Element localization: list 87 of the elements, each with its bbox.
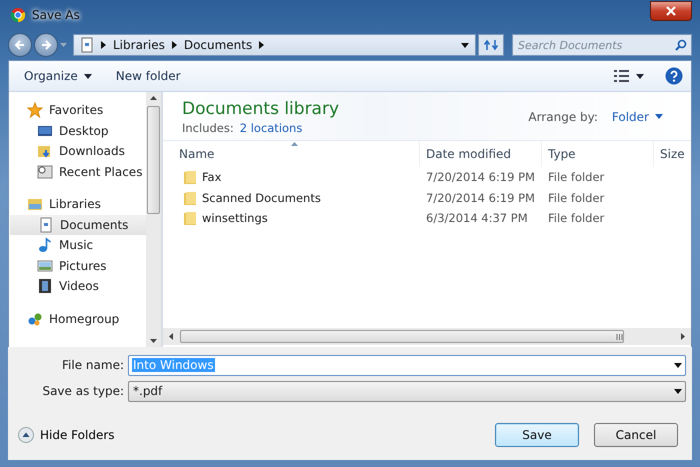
- sidebar-item[interactable]: Music: [9, 235, 146, 256]
- sidebar-item[interactable]: Recent Places: [9, 162, 146, 182]
- table-cell-text: 7/20/2014 6:19 PM: [425, 190, 536, 207]
- back-button[interactable]: [8, 33, 32, 57]
- folder-icon: [183, 190, 197, 206]
- organize-button[interactable]: Organize: [21, 67, 95, 85]
- library-folder-icon: [27, 196, 43, 212]
- chevron-icon: [259, 41, 264, 49]
- collapse-icon: [18, 427, 34, 443]
- window-title: Save As: [32, 8, 80, 22]
- column-header[interactable]: Date modified: [419, 141, 541, 167]
- scrollbar[interactable]: [146, 92, 161, 347]
- up-arrow-icon: [150, 96, 157, 100]
- scroll-thumb[interactable]: [147, 106, 160, 214]
- caret-icon: [636, 74, 644, 78]
- dialog-button[interactable]: Cancel: [594, 423, 678, 447]
- sidebar-item[interactable]: Pictures: [9, 256, 146, 276]
- arrange-dropdown[interactable]: Folder: [612, 110, 663, 124]
- help-icon[interactable]: [665, 67, 683, 85]
- sidebar-item[interactable]: Videos: [9, 276, 146, 296]
- dialog-button[interactable]: Save: [495, 423, 579, 447]
- sidebar-item[interactable]: Homegroup: [9, 308, 146, 329]
- folder-icon: [183, 169, 197, 186]
- column-header[interactable]: Type: [541, 141, 653, 167]
- scrollbar[interactable]: [163, 328, 691, 345]
- app-icon: [10, 7, 26, 23]
- sidebar-item[interactable]: Favorites: [9, 100, 146, 120]
- sidebar-item[interactable]: Desktop: [9, 120, 146, 141]
- table-cell-text: 6/3/2014 4:37 PM: [425, 210, 529, 228]
- chevron-icon: [101, 41, 106, 49]
- search-icon: [675, 39, 687, 51]
- list-view-icon: [614, 70, 630, 82]
- new-folder-button[interactable]: New folder: [112, 67, 184, 85]
- address-bar[interactable]: Libraries Documents: [73, 34, 476, 56]
- save-type-dropdown[interactable]: *.pdf: [128, 380, 686, 402]
- arrange-label: Arrange by:: [528, 110, 598, 124]
- table-cell-text: 7/20/2014 6:19 PM: [425, 169, 536, 186]
- refresh-icon: [484, 39, 498, 51]
- file-name-label: File name:: [61, 358, 124, 372]
- caret-icon: [84, 74, 92, 78]
- locations-link[interactable]: 2 locations: [240, 121, 302, 135]
- chevron-icon: [172, 41, 177, 49]
- search-field[interactable]: Search Documents: [512, 34, 692, 56]
- document-icon: [80, 37, 94, 53]
- save-type-label: Save as type:: [41, 384, 124, 398]
- file-name-cell[interactable]: Scanned Documents: [173, 188, 419, 208]
- dropdown-icon[interactable]: [461, 42, 469, 48]
- file-name-cell[interactable]: winsettings: [173, 208, 419, 228]
- column-header[interactable]: Name: [173, 141, 419, 167]
- grip-icon: [616, 334, 623, 340]
- landscape-icon: [37, 258, 53, 274]
- star-icon: [27, 102, 43, 118]
- folder-icon: [37, 143, 53, 160]
- breadcrumb[interactable]: Documents: [184, 38, 252, 52]
- library-title: Documents library: [182, 98, 340, 120]
- sidebar-item[interactable]: Libraries: [9, 194, 146, 214]
- sidebar-item[interactable]: Downloads: [9, 141, 146, 162]
- down-arrow-icon: [150, 339, 157, 343]
- caret-icon: [655, 114, 663, 119]
- recent-places-icon: [37, 164, 53, 180]
- file-name-cell[interactable]: Fax: [173, 167, 419, 188]
- film-icon: [37, 278, 53, 294]
- table-cell-text: File folder: [547, 210, 606, 228]
- hide-folders-button[interactable]: Hide Folders: [18, 427, 115, 443]
- close-icon: [666, 6, 676, 16]
- scroll-thumb[interactable]: [180, 330, 624, 343]
- view-button[interactable]: [611, 68, 647, 84]
- includes-label: Includes:: [182, 121, 234, 135]
- music-note-icon: [37, 237, 53, 254]
- right-arrow-icon: [681, 333, 685, 340]
- close-button[interactable]: [650, 0, 692, 20]
- table-cell-text: File folder: [547, 169, 606, 186]
- dropdown-icon: [674, 388, 682, 394]
- document-icon: [38, 216, 54, 233]
- sidebar-item[interactable]: Documents: [10, 214, 146, 235]
- left-arrow-icon: [169, 333, 173, 340]
- homegroup-icon: [27, 310, 43, 327]
- dropdown-icon: [674, 362, 682, 368]
- table-cell-text: File folder: [547, 190, 606, 207]
- folder-icon: [183, 210, 197, 226]
- forward-button[interactable]: [34, 33, 58, 57]
- right-arrow-icon: [40, 39, 52, 51]
- left-arrow-icon: [14, 39, 26, 51]
- breadcrumb[interactable]: Libraries: [113, 38, 165, 52]
- sort-arrow-icon: [291, 142, 298, 146]
- column-header[interactable]: Size: [653, 141, 689, 167]
- refresh-button[interactable]: [478, 34, 504, 56]
